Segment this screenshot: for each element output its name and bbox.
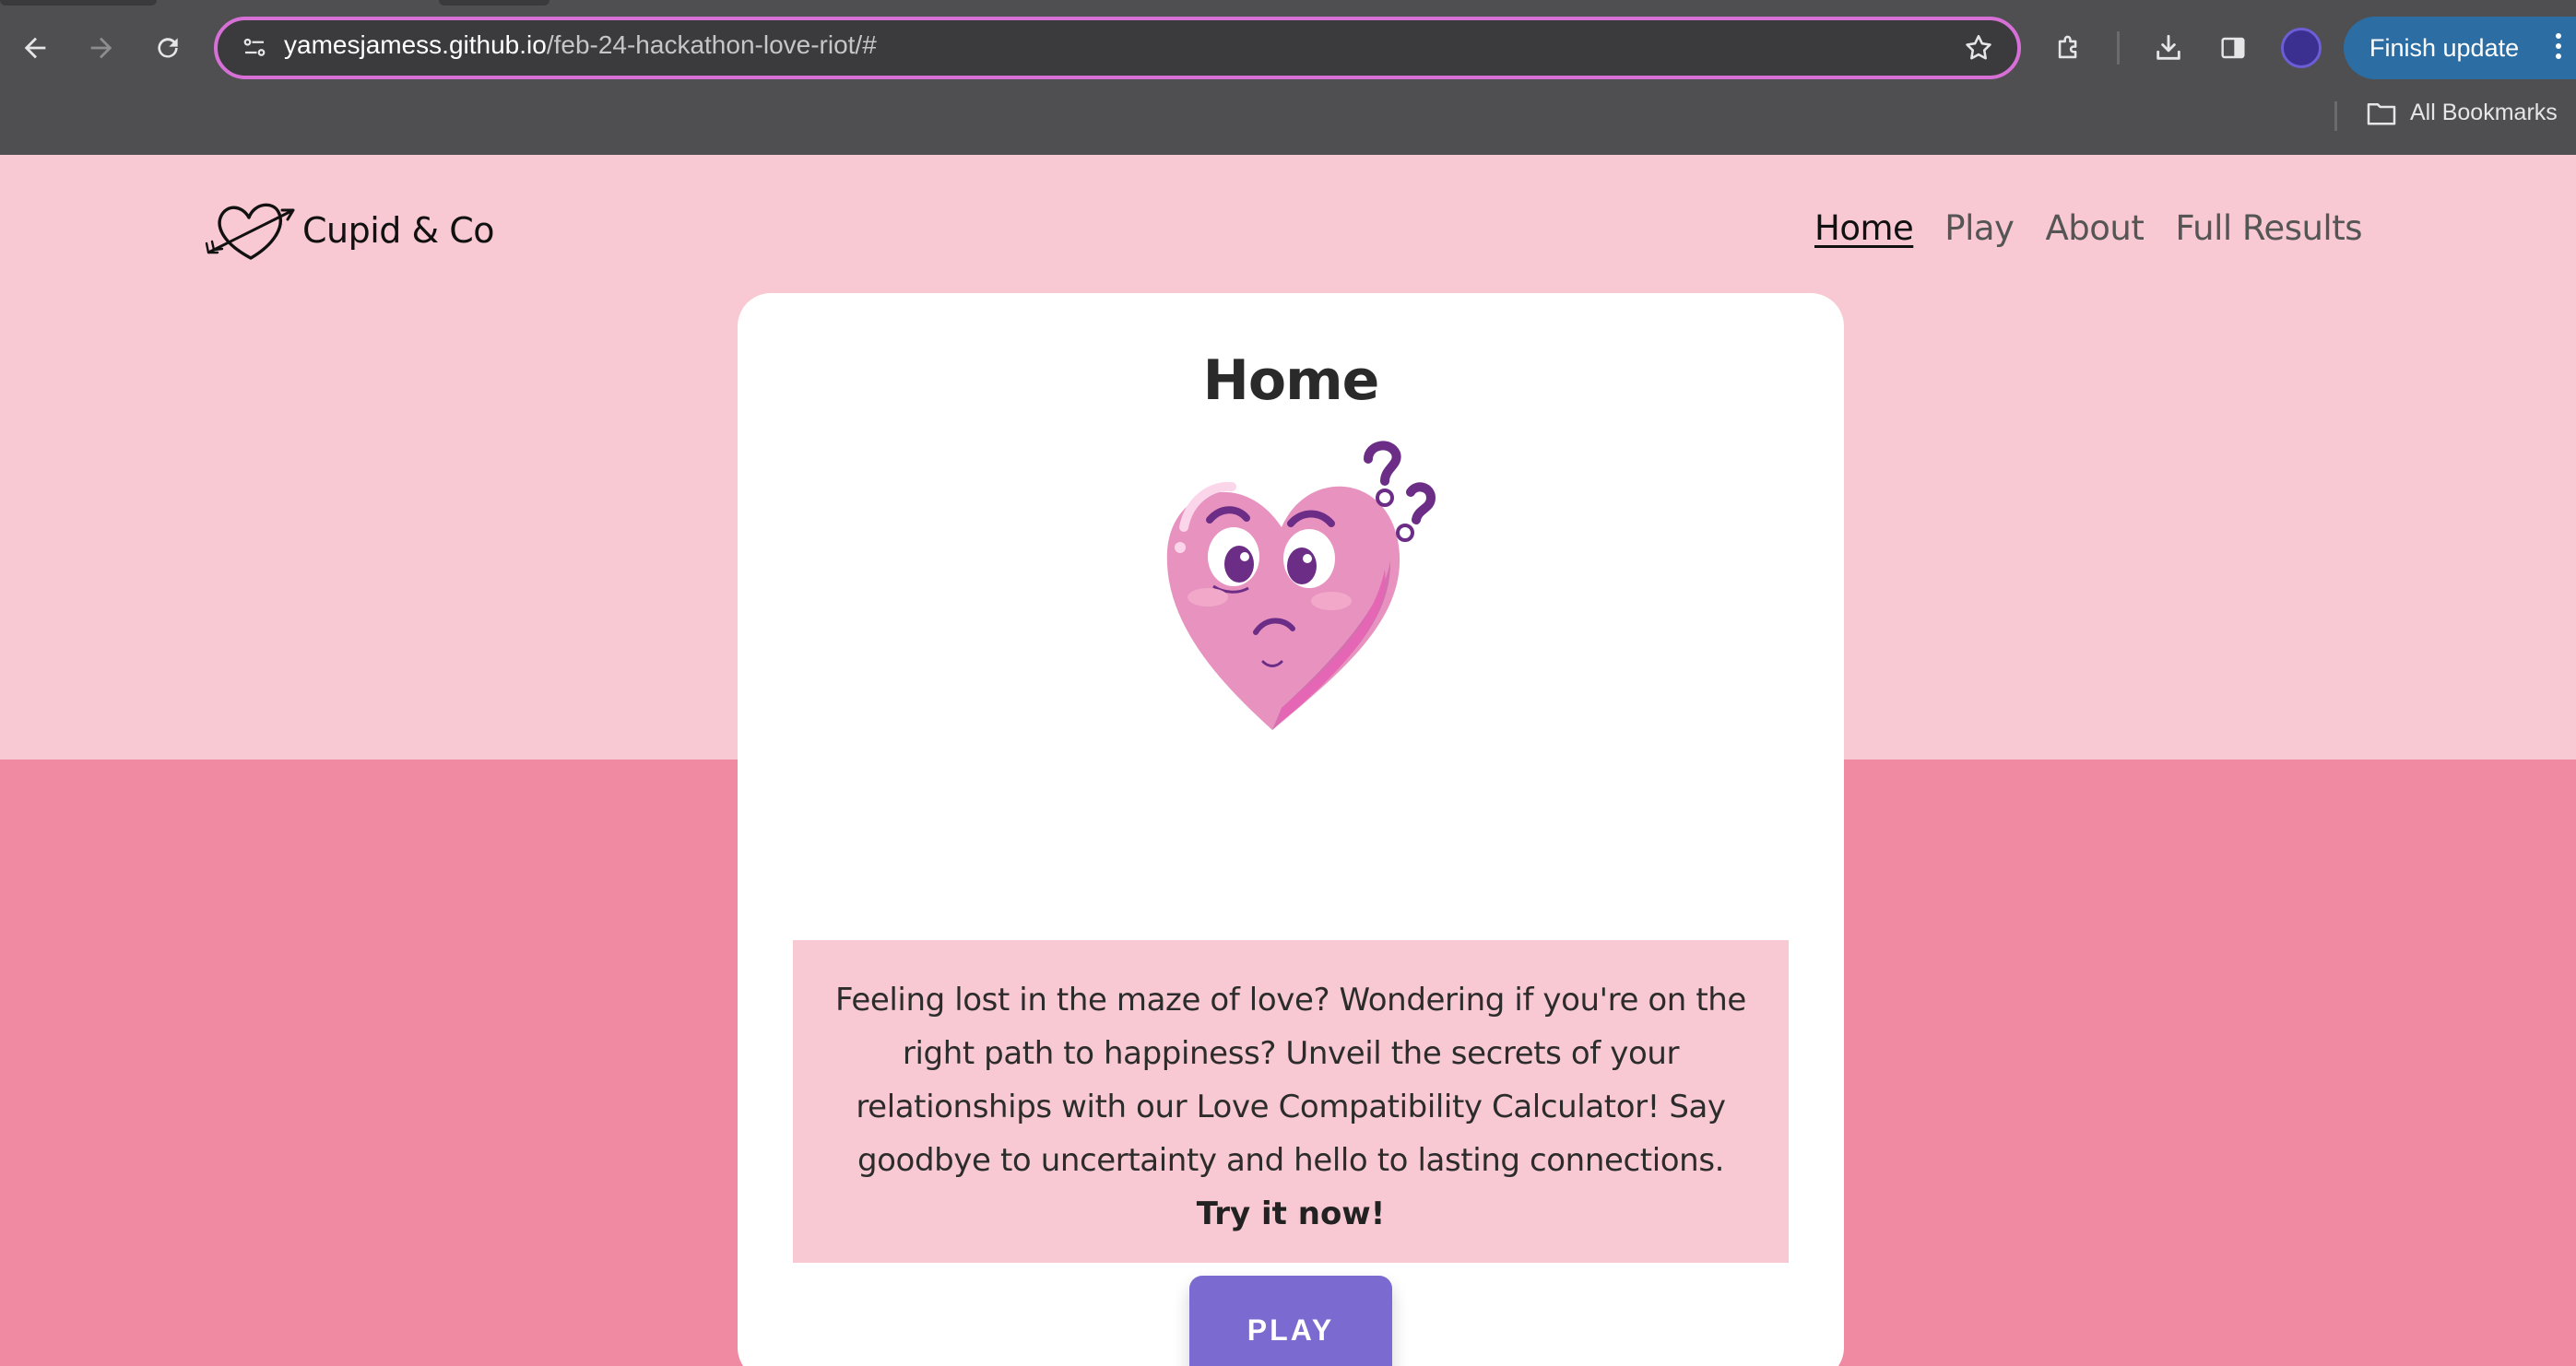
downloads-button[interactable] — [2145, 24, 2192, 72]
site-logo[interactable]: Cupid & Co — [205, 195, 495, 265]
reload-button[interactable] — [142, 22, 194, 74]
bookmarks-divider — [2334, 101, 2337, 131]
bookmark-star-icon[interactable] — [1960, 29, 1997, 66]
page-title: Home — [1202, 348, 1380, 413]
browser-toolbar: yamesjamess.github.io/feb-24-hackathon-l… — [0, 0, 2576, 155]
download-icon — [2157, 34, 2180, 60]
side-panel-button[interactable] — [2209, 24, 2257, 72]
folder-icon — [2367, 102, 2396, 124]
nav-home[interactable]: Home — [1814, 208, 1914, 248]
heart-arrow-logo-icon — [205, 203, 295, 260]
home-card: Home Feeling lost in the maze of love? W… — [738, 293, 1844, 1366]
back-arrow-icon — [24, 37, 46, 59]
intro-text: Feeling lost in the maze of love? Wonder… — [835, 982, 1746, 1179]
play-button[interactable]: PLAY — [1189, 1276, 1392, 1366]
back-button[interactable] — [9, 22, 61, 74]
intro-box: Feeling lost in the maze of love? Wonder… — [793, 940, 1789, 1263]
confused-heart-icon — [1166, 441, 1436, 730]
site-info-icon[interactable] — [236, 29, 273, 66]
brand-name: Cupid & Co — [302, 210, 495, 251]
nav-about[interactable]: About — [2045, 208, 2144, 248]
all-bookmarks-label: All Bookmarks — [2410, 100, 2558, 125]
forward-button[interactable] — [76, 22, 127, 74]
tab-edge — [0, 0, 157, 6]
reload-icon — [158, 38, 178, 58]
tab-edge — [439, 0, 549, 6]
profile-avatar[interactable] — [2281, 28, 2322, 68]
main-nav: Home Play About Full Results — [1814, 208, 2362, 248]
nav-play[interactable]: Play — [1944, 208, 2015, 248]
forward-arrow-icon — [90, 37, 112, 59]
toolbar-divider — [2117, 31, 2120, 65]
bookmarks-bar: All Bookmarks — [0, 94, 2576, 138]
finish-update-button[interactable]: Finish update — [2344, 17, 2576, 79]
web-page: Cupid & Co Home Play About Full Results … — [0, 155, 2576, 1366]
try-it-now-text: Try it now! — [1196, 1195, 1386, 1232]
url-path: /feb-24-hackathon-love-riot/# — [546, 30, 877, 59]
side-panel-icon — [2221, 37, 2245, 59]
url-host: yamesjamess.github.io — [284, 30, 547, 59]
all-bookmarks-button[interactable]: All Bookmarks — [2366, 100, 2558, 126]
puzzle-icon — [2058, 35, 2077, 59]
address-bar[interactable]: yamesjamess.github.io/feb-24-hackathon-l… — [214, 17, 2021, 79]
url-text[interactable]: yamesjamess.github.io/feb-24-hackathon-l… — [284, 30, 877, 60]
finish-update-label: Finish update — [2369, 33, 2520, 62]
extensions-button[interactable] — [2045, 24, 2093, 72]
nav-full-results[interactable]: Full Results — [2175, 208, 2362, 248]
menu-kebab-icon[interactable] — [2556, 33, 2561, 59]
